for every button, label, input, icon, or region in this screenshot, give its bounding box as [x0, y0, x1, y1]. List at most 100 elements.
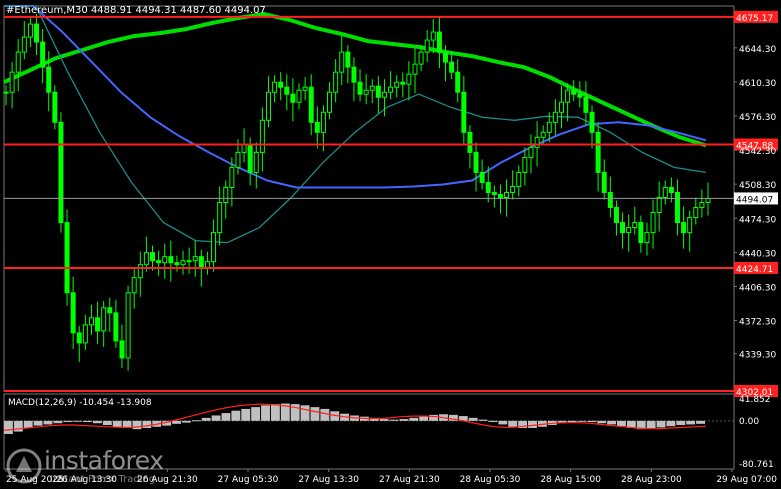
candle-body: [632, 222, 638, 229]
macd-histogram-bar: [478, 419, 488, 421]
candle-body: [76, 332, 82, 344]
macd-histogram-bar: [142, 420, 152, 428]
candle-body: [198, 256, 204, 269]
candle-body: [467, 131, 473, 153]
candle-body: [491, 191, 497, 195]
macd-histogram-bar: [102, 420, 112, 426]
chart-header: #Ethereum,M30 4488.91 4494.31 4487.60 44…: [6, 5, 266, 16]
macd-histogram-bar: [231, 410, 241, 421]
candle-body: [449, 61, 455, 73]
price-tick-label: 4406.30: [739, 283, 776, 293]
macd-histogram-bar: [132, 420, 142, 430]
watermark-name: instaforex: [44, 446, 164, 475]
price-tick-label: 4542.30: [739, 147, 776, 157]
moving-average-lines: [3, 5, 707, 244]
candle-body: [327, 91, 333, 113]
candle-body: [265, 91, 271, 121]
macd-histogram-bar: [597, 420, 607, 424]
candle-body: [113, 312, 119, 342]
candle-body: [546, 121, 552, 133]
macd-histogram-bar: [270, 404, 280, 421]
candle-body: [613, 207, 619, 224]
time-tick-label: 29 Aug 07:00: [716, 475, 777, 485]
macd-histogram-bar: [4, 420, 13, 434]
macd-histogram-bar: [201, 417, 211, 421]
macd-histogram-bar: [528, 420, 537, 428]
candle-body: [131, 277, 137, 294]
candle-body: [107, 307, 113, 314]
candle-body: [40, 41, 46, 68]
candle-body: [510, 185, 516, 193]
candle-body: [180, 260, 186, 266]
macd-histogram-bar: [320, 408, 330, 421]
candle-body: [339, 51, 345, 73]
candle-body: [58, 121, 64, 224]
macd-histogram-bar: [617, 420, 626, 427]
candle-body: [424, 39, 430, 53]
candle-body: [290, 93, 296, 103]
watermark-tagline: Instant Forex Trading: [50, 474, 156, 485]
candle-body: [88, 317, 94, 326]
price-tick-label: 4576.30: [739, 113, 776, 123]
candle-body: [528, 146, 534, 158]
macd-histogram-bar: [468, 417, 478, 421]
candle-body: [552, 111, 558, 123]
candle-body: [168, 256, 174, 264]
candle-body: [400, 81, 406, 85]
candle-body: [455, 71, 461, 93]
macd-histogram-bar: [310, 407, 320, 421]
candle-body: [345, 51, 351, 68]
candle-body: [534, 136, 540, 148]
macd-histogram-bar: [646, 420, 656, 429]
macd-histogram-bar: [488, 420, 498, 423]
candle-body: [540, 131, 546, 138]
candle-body: [681, 222, 687, 234]
candle-body: [70, 292, 76, 334]
candle-body: [174, 262, 180, 266]
macd-histogram-bar: [221, 413, 231, 421]
candle-body: [607, 191, 613, 209]
price-tick-label: 4474.30: [739, 215, 776, 225]
candle-body: [412, 63, 418, 75]
candle-body: [9, 71, 15, 93]
macd-histogram-bar: [43, 420, 53, 425]
candle-body: [259, 119, 265, 153]
macd-histogram-bar: [498, 420, 508, 425]
candle-body: [369, 85, 375, 91]
price-tick-label: 4644.30: [739, 45, 776, 55]
candle-body: [693, 207, 699, 219]
candle-body: [308, 86, 314, 123]
macd-histogram-bar: [172, 420, 181, 424]
candle-body: [211, 232, 217, 263]
macd-histogram-bar: [300, 405, 310, 421]
candle-body: [150, 252, 156, 262]
candle-body: [473, 151, 479, 173]
macd-histogram-bar: [181, 420, 191, 423]
candle-body: [64, 222, 70, 294]
candle-body: [296, 89, 302, 103]
time-tick-label: 28 Aug 23:00: [621, 475, 682, 485]
macd-histogram-bar: [13, 420, 23, 432]
macd-histogram-bar: [211, 415, 221, 421]
candle-body: [443, 51, 449, 63]
current-price-label: 4494.07: [736, 195, 773, 205]
macd-histogram-bar: [53, 420, 63, 424]
candle-body: [162, 256, 168, 264]
macd-label: MACD(12,26,9) -10.454 -13.908: [8, 398, 152, 408]
price-tick-label: 4508.30: [739, 181, 776, 191]
candle-body: [363, 89, 369, 95]
instaforex-logo-icon: [6, 448, 42, 484]
moving-average-line: [4, 5, 707, 189]
candle-body: [626, 227, 632, 234]
candle-body: [156, 260, 162, 264]
time-tick-label: 28 Aug 15:00: [540, 475, 601, 485]
macd-histogram-bar: [112, 420, 122, 427]
candle-body: [137, 264, 143, 279]
candle-body: [705, 198, 711, 204]
candle-body: [699, 202, 705, 209]
candle-body: [357, 81, 363, 95]
macd-axis-label: -80.761: [739, 460, 774, 470]
candle-body: [595, 131, 601, 173]
candle-body: [601, 171, 607, 193]
macd-axis-label: 0.00: [739, 417, 759, 427]
